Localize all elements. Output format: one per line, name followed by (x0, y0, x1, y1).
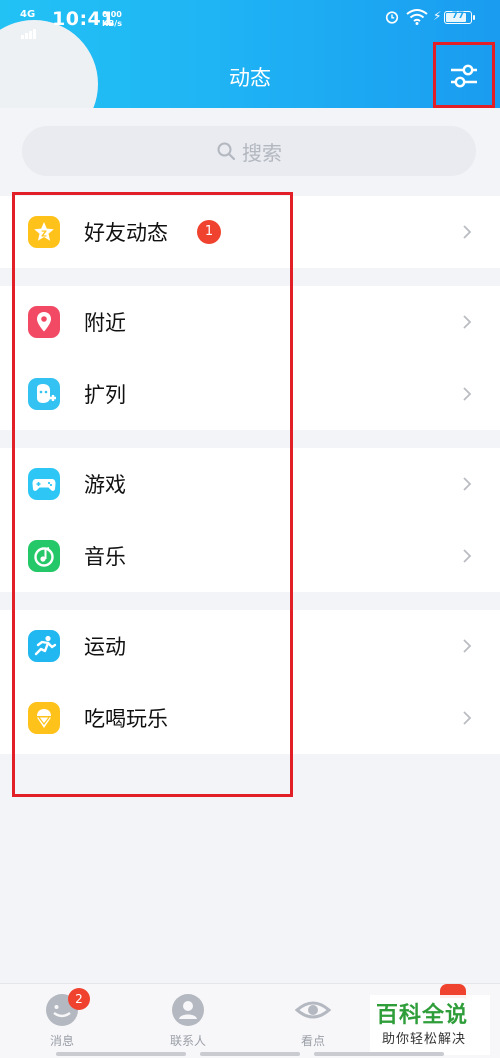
list-item-food-fun[interactable]: 吃喝玩乐 (0, 682, 500, 754)
add-friend-icon (28, 378, 60, 410)
list-item-nearby[interactable]: 附近 (0, 286, 500, 358)
chevron-right-icon (463, 711, 472, 725)
watermark-title: 百科全说 (376, 1003, 469, 1028)
list-item-label: 游戏 (84, 473, 126, 497)
net-speed: 0.00 KB/s (102, 10, 122, 28)
search-icon (217, 142, 236, 161)
search-input[interactable]: 搜索 (22, 126, 476, 176)
tab-contacts[interactable]: 联系人 (148, 992, 228, 1049)
list-item-label: 扩列 (84, 383, 126, 407)
list-item-label: 好友动态 (84, 221, 168, 245)
music-icon (28, 540, 60, 572)
notification-badge: 2 (68, 988, 90, 1010)
list-item-music[interactable]: 音乐 (0, 520, 500, 592)
list-item-friends-feed[interactable]: Z 好友动态 1 (0, 196, 500, 268)
chevron-right-icon (463, 549, 472, 563)
search-placeholder: 搜索 (242, 140, 282, 165)
page-title: 动态 (229, 66, 271, 90)
svg-text:Z: Z (41, 230, 47, 239)
list-item-games[interactable]: 游戏 (0, 448, 500, 520)
settings-button[interactable] (433, 42, 495, 108)
watermark-subtitle: 助你轻松解决 (382, 1032, 467, 1047)
chevron-right-icon (463, 225, 472, 239)
gamepad-icon (28, 468, 60, 500)
chevron-right-icon (463, 315, 472, 329)
location-pin-icon (28, 306, 60, 338)
contacts-icon (172, 994, 204, 1026)
tab-label: 消息 (49, 1034, 74, 1048)
chevron-right-icon (463, 387, 472, 401)
wifi-icon (406, 9, 428, 25)
list-item-label: 吃喝玩乐 (84, 707, 168, 731)
group-social: 附近 扩列 (0, 286, 500, 430)
battery-level: 77 (451, 11, 465, 21)
list-item-label: 运动 (84, 635, 126, 659)
gesture-bar (200, 1052, 300, 1056)
net-speed-value: 0.00 (102, 10, 122, 19)
gesture-bar (56, 1052, 186, 1056)
tab-label: 联系人 (169, 1034, 206, 1048)
friends-feed-star-icon: Z (28, 216, 60, 248)
gesture-bar (314, 1052, 444, 1056)
group-lifestyle: 运动 吃喝玩乐 (0, 610, 500, 754)
watermark: 百科全说 助你轻松解决 (370, 995, 490, 1055)
tab-messages[interactable]: 2 消息 (22, 988, 102, 1049)
list-item-label: 音乐 (84, 545, 126, 569)
list-item-sports[interactable]: 运动 (0, 610, 500, 682)
chevron-right-icon (463, 639, 472, 653)
group-friends: Z 好友动态 1 (0, 196, 500, 268)
net-speed-unit: KB/s (102, 19, 122, 28)
battery-icon: 77 (444, 11, 472, 24)
search-area: 搜索 (0, 108, 500, 190)
chevron-right-icon (463, 477, 472, 491)
list-item-expand-friends[interactable]: 扩列 (0, 358, 500, 430)
notification-badge: 1 (197, 220, 221, 244)
tab-discover[interactable]: 看点 (273, 992, 353, 1049)
network-type: 4G (20, 9, 36, 20)
ice-cream-icon (28, 702, 60, 734)
group-entertainment: 游戏 音乐 (0, 448, 500, 592)
signal-icon (21, 20, 37, 39)
running-icon (28, 630, 60, 662)
eye-icon (294, 1001, 332, 1019)
status-bar: 4G 10:41 0.00 KB/s ⚡ 77 (0, 0, 500, 40)
alarm-icon (385, 11, 399, 24)
header: 4G 10:41 0.00 KB/s ⚡ 77 动态 (0, 0, 500, 108)
list-item-label: 附近 (84, 311, 126, 335)
sliders-icon (451, 64, 477, 88)
tab-label: 看点 (300, 1034, 325, 1048)
charging-icon: ⚡ (433, 9, 442, 23)
